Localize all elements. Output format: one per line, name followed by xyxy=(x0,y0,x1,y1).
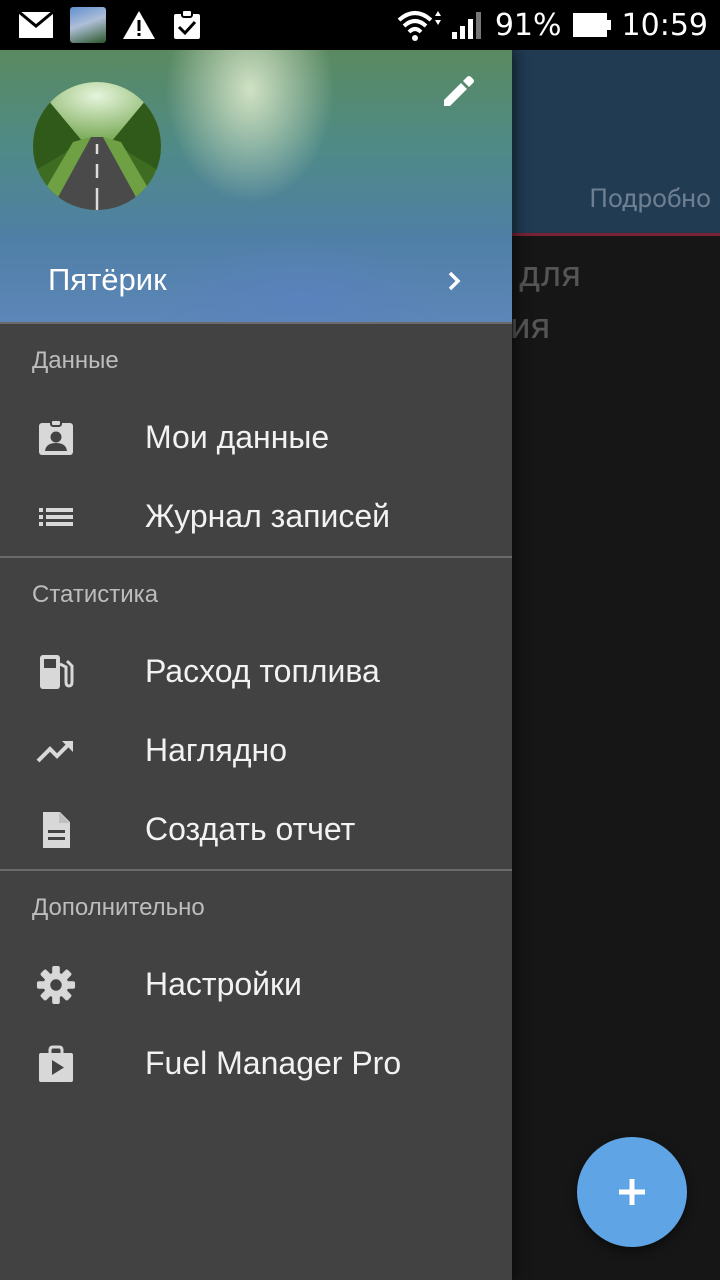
menu-item-create-report[interactable]: Создать отчет xyxy=(0,790,512,869)
section-title-data: Данные xyxy=(32,347,119,374)
menu-item-fuel-manager-pro[interactable]: Fuel Manager Pro xyxy=(0,1024,512,1103)
battery-icon xyxy=(572,13,611,37)
menu-item-my-data[interactable]: Мои данные xyxy=(0,398,512,477)
section-title-additional: Дополнительно xyxy=(32,894,205,921)
menu-item-label: Наглядно xyxy=(145,732,288,768)
menu-item-fuel-consumption[interactable]: Расход топлива xyxy=(0,632,512,711)
menu-item-label: Fuel Manager Pro xyxy=(145,1045,402,1081)
menu-item-settings[interactable]: Настройки xyxy=(0,945,512,1024)
gas-station-icon xyxy=(36,652,76,692)
contact-badge-icon xyxy=(36,418,76,458)
menu-item-label: Расход топлива xyxy=(145,653,380,689)
menu-item-label: Создать отчет xyxy=(145,811,356,847)
gallery-thumbnail xyxy=(70,7,106,43)
gear-icon xyxy=(36,965,76,1005)
tab-details[interactable]: Подробно xyxy=(589,184,711,214)
menu-item-label: Мои данные xyxy=(145,419,330,455)
menu-item-journal[interactable]: Журнал записей xyxy=(0,477,512,556)
avatar[interactable] xyxy=(33,82,161,210)
signal-icon xyxy=(451,12,481,39)
plus-icon xyxy=(619,1179,645,1205)
list-icon xyxy=(36,497,76,537)
section-title-statistics: Статистика xyxy=(32,581,159,608)
trending-up-icon xyxy=(36,731,76,771)
clipboard-check-icon xyxy=(174,9,200,39)
menu-item-visual[interactable]: Наглядно xyxy=(0,711,512,790)
chevron-right-icon[interactable] xyxy=(440,264,470,298)
status-bar: 91% 10:59 xyxy=(0,0,720,50)
add-entry-button[interactable] xyxy=(577,1137,687,1247)
battery-percent: 91% xyxy=(494,7,562,43)
mail-icon xyxy=(18,11,54,38)
navigation-drawer: Пятёрик Данные Мои данные Журнал записей… xyxy=(0,50,512,1280)
account-name[interactable]: Пятёрик xyxy=(48,262,167,298)
document-icon xyxy=(36,810,76,850)
wifi-icon xyxy=(397,11,441,41)
drawer-header: Пятёрик xyxy=(0,50,512,322)
menu-item-label: Журнал записей xyxy=(145,498,390,534)
edit-pencil-icon[interactable] xyxy=(438,72,478,112)
clock: 10:59 xyxy=(621,7,708,43)
menu-item-label: Настройки xyxy=(145,966,302,1002)
play-store-icon xyxy=(36,1044,76,1084)
warning-icon xyxy=(123,11,155,39)
